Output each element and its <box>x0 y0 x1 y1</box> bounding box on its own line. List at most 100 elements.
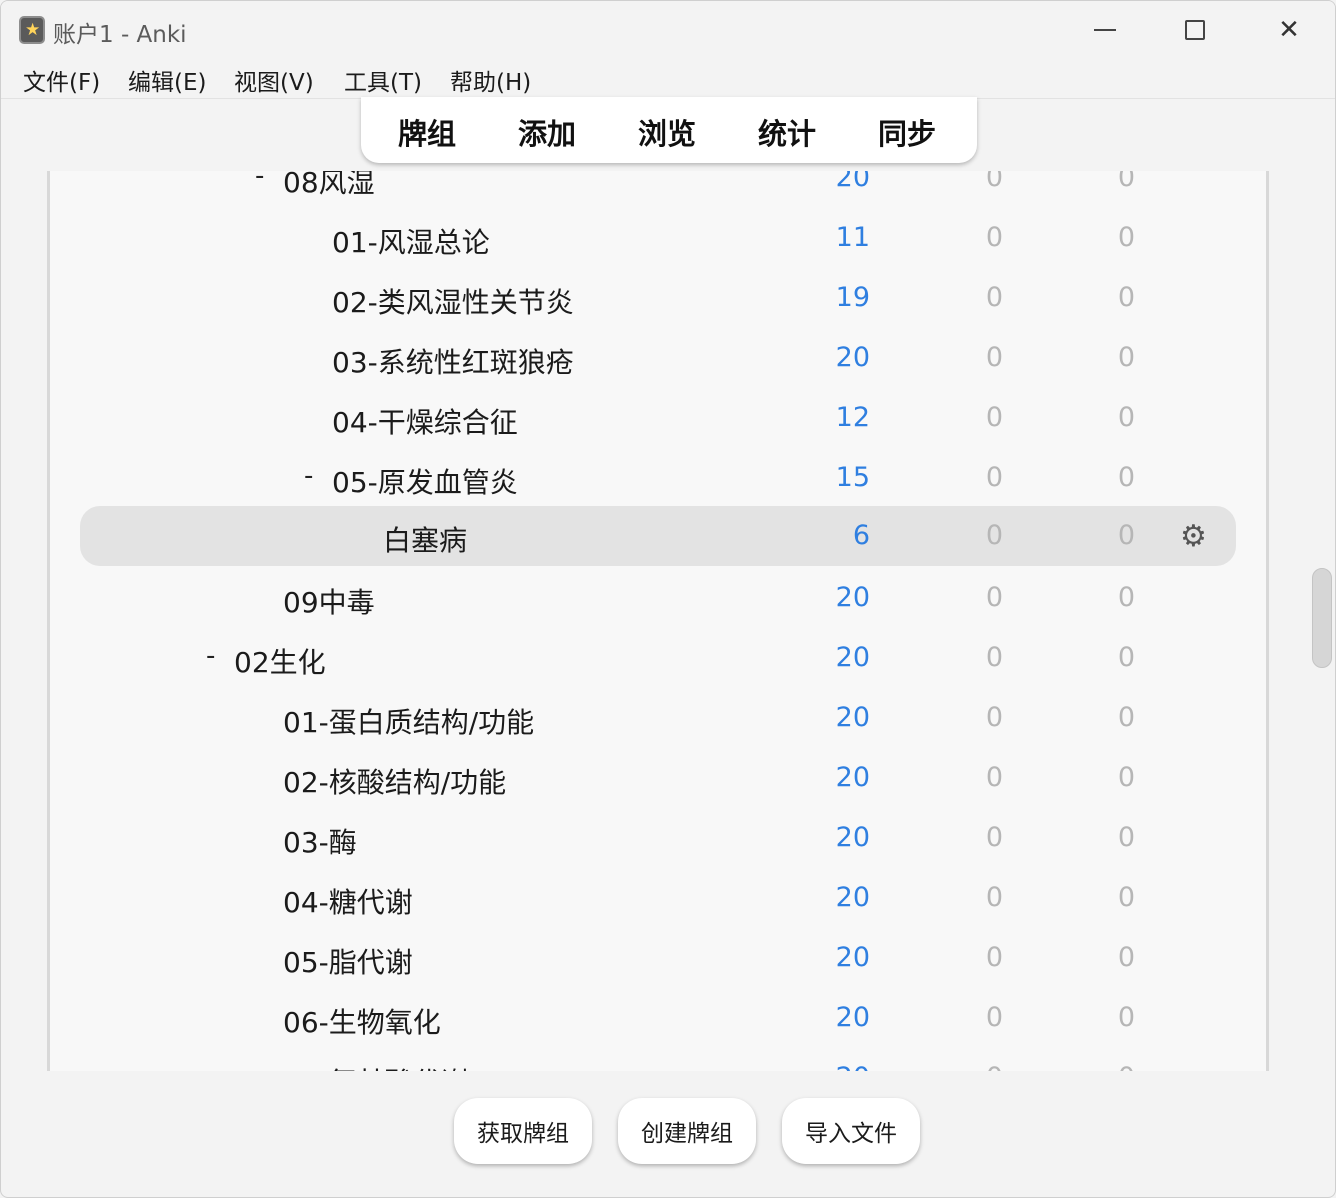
review-count: 0 <box>1117 702 1135 733</box>
learn-count: 0 <box>985 462 1003 493</box>
menu-bar: 文件(F) 编辑(E) 视图(V) 工具(T) 帮助(H) <box>1 59 1335 99</box>
collapse-toggle[interactable]: - <box>206 641 215 671</box>
deck-name[interactable]: 01-风湿总论 <box>332 221 490 261</box>
deck-row[interactable]: 07-氨基酸代谢 20 0 0 <box>50 1048 1266 1071</box>
review-count: 0 <box>1117 282 1135 313</box>
learn-count: 0 <box>985 222 1003 253</box>
collapse-toggle[interactable]: - <box>304 461 313 491</box>
deck-name[interactable]: 02生化 <box>234 641 326 681</box>
minimize-icon <box>1094 29 1116 31</box>
deck-name[interactable]: 08风湿 <box>283 171 375 201</box>
deck-name[interactable]: 04-糖代谢 <box>283 881 413 921</box>
deck-row[interactable]: 02-类风湿性关节炎 19 0 0 <box>50 268 1266 328</box>
review-count: 0 <box>1117 462 1135 493</box>
new-count: 19 <box>835 282 870 313</box>
review-count: 0 <box>1075 1062 1135 1071</box>
learn-count: 0 <box>985 642 1003 673</box>
gear-icon[interactable]: ⚙ <box>1180 519 1207 554</box>
learn-count: 0 <box>985 282 1003 313</box>
learn-count: 0 <box>943 1062 1003 1071</box>
import-file-button[interactable]: 导入文件 <box>782 1098 920 1164</box>
window-title: 账户1 - Anki <box>53 22 187 48</box>
maximize-icon <box>1185 20 1205 40</box>
toolbar-add[interactable]: 添加 <box>518 111 576 153</box>
new-count: 20 <box>835 1002 870 1033</box>
close-icon: ✕ <box>1278 15 1300 45</box>
menu-edit[interactable]: 编辑(E) <box>128 63 206 97</box>
deck-row[interactable]: 02-核酸结构/功能 20 0 0 <box>50 748 1266 808</box>
menu-tools[interactable]: 工具(T) <box>344 63 422 97</box>
deck-name[interactable]: 05-脂代谢 <box>283 941 413 981</box>
new-count: 20 <box>835 171 870 193</box>
minimize-button[interactable] <box>1075 9 1135 51</box>
deck-name[interactable]: 04-干燥综合征 <box>332 401 518 441</box>
review-count: 0 <box>1117 642 1135 673</box>
deck-row[interactable]: - 08风湿 20 0 0 <box>50 171 1266 208</box>
maximize-button[interactable] <box>1165 9 1225 51</box>
review-count: 0 <box>1117 222 1135 253</box>
scrollbar-thumb[interactable] <box>1312 568 1332 668</box>
deck-row[interactable]: 03-酶 20 0 0 <box>50 808 1266 868</box>
learn-count: 0 <box>985 822 1003 853</box>
deck-name[interactable]: 05-原发血管炎 <box>332 461 518 501</box>
menu-help[interactable]: 帮助(H) <box>450 63 531 97</box>
selection-highlight <box>80 506 1236 566</box>
deck-row[interactable]: 05-脂代谢 20 0 0 <box>50 928 1266 988</box>
deck-name[interactable]: 03-系统性红斑狼疮 <box>332 341 574 381</box>
learn-count: 0 <box>985 882 1003 913</box>
deck-name[interactable]: 01-蛋白质结构/功能 <box>283 701 534 741</box>
review-count: 0 <box>1117 762 1135 793</box>
review-count: 0 <box>1117 582 1135 613</box>
toolbar-browse[interactable]: 浏览 <box>638 111 696 153</box>
new-count: 20 <box>835 762 870 793</box>
new-count: 20 <box>835 582 870 613</box>
deck-row[interactable]: 04-干燥综合征 12 0 0 <box>50 388 1266 448</box>
learn-count: 0 <box>985 1002 1003 1033</box>
review-count: 0 <box>1117 342 1135 373</box>
deck-row[interactable]: 06-生物氧化 20 0 0 <box>50 988 1266 1048</box>
deck-name[interactable]: 06-生物氧化 <box>283 1001 441 1041</box>
new-count: 6 <box>852 520 870 551</box>
learn-count: 0 <box>985 762 1003 793</box>
new-count: 20 <box>835 642 870 673</box>
main-toolbar: 牌组 添加 浏览 统计 同步 <box>361 97 977 163</box>
new-count: 12 <box>835 402 870 433</box>
deck-row[interactable]: 09中毒 20 0 0 <box>50 568 1266 628</box>
toolbar-sync[interactable]: 同步 <box>878 111 936 153</box>
anki-window: 账户1 - Anki ✕ 文件(F) 编辑(E) 视图(V) 工具(T) 帮助(… <box>0 0 1336 1198</box>
review-count: 0 <box>1117 882 1135 913</box>
new-count: 20 <box>810 1062 870 1071</box>
get-shared-button[interactable]: 获取牌组 <box>454 1098 592 1164</box>
deck-row[interactable]: - 05-原发血管炎 15 0 0 <box>50 448 1266 508</box>
menu-file[interactable]: 文件(F) <box>23 63 100 97</box>
learn-count: 0 <box>985 171 1003 193</box>
toolbar-stats[interactable]: 统计 <box>758 111 816 153</box>
collapse-toggle[interactable]: - <box>255 171 264 191</box>
deck-row[interactable]: 03-系统性红斑狼疮 20 0 0 <box>50 328 1266 388</box>
deck-row[interactable]: 01-风湿总论 11 0 0 <box>50 208 1266 268</box>
create-deck-button[interactable]: 创建牌组 <box>618 1098 756 1164</box>
new-count: 20 <box>835 942 870 973</box>
deck-name[interactable]: 07-氨基酸代谢 <box>283 1061 469 1071</box>
deck-row[interactable]: - 02生化 20 0 0 <box>50 628 1266 688</box>
toolbar-decks[interactable]: 牌组 <box>398 111 456 153</box>
deck-name[interactable]: 03-酶 <box>283 821 357 861</box>
learn-count: 0 <box>985 582 1003 613</box>
deck-name[interactable]: 02-核酸结构/功能 <box>283 761 506 801</box>
new-count: 20 <box>835 822 870 853</box>
menu-view[interactable]: 视图(V) <box>234 63 314 97</box>
review-count: 0 <box>1117 1002 1135 1033</box>
new-count: 11 <box>835 222 870 253</box>
review-count: 0 <box>1117 171 1135 193</box>
deck-row-selected[interactable]: 白塞病 6 0 0 ⚙ <box>50 506 1266 566</box>
anki-star-icon <box>19 16 45 44</box>
deck-row[interactable]: 04-糖代谢 20 0 0 <box>50 868 1266 928</box>
learn-count: 0 <box>985 942 1003 973</box>
deck-name[interactable]: 02-类风湿性关节炎 <box>332 281 574 321</box>
deck-name[interactable]: 白塞病 <box>383 519 467 559</box>
close-button[interactable]: ✕ <box>1259 9 1319 51</box>
deck-name[interactable]: 09中毒 <box>283 581 375 621</box>
deck-row[interactable]: 01-蛋白质结构/功能 20 0 0 <box>50 688 1266 748</box>
new-count: 20 <box>835 882 870 913</box>
review-count: 0 <box>1117 520 1135 551</box>
